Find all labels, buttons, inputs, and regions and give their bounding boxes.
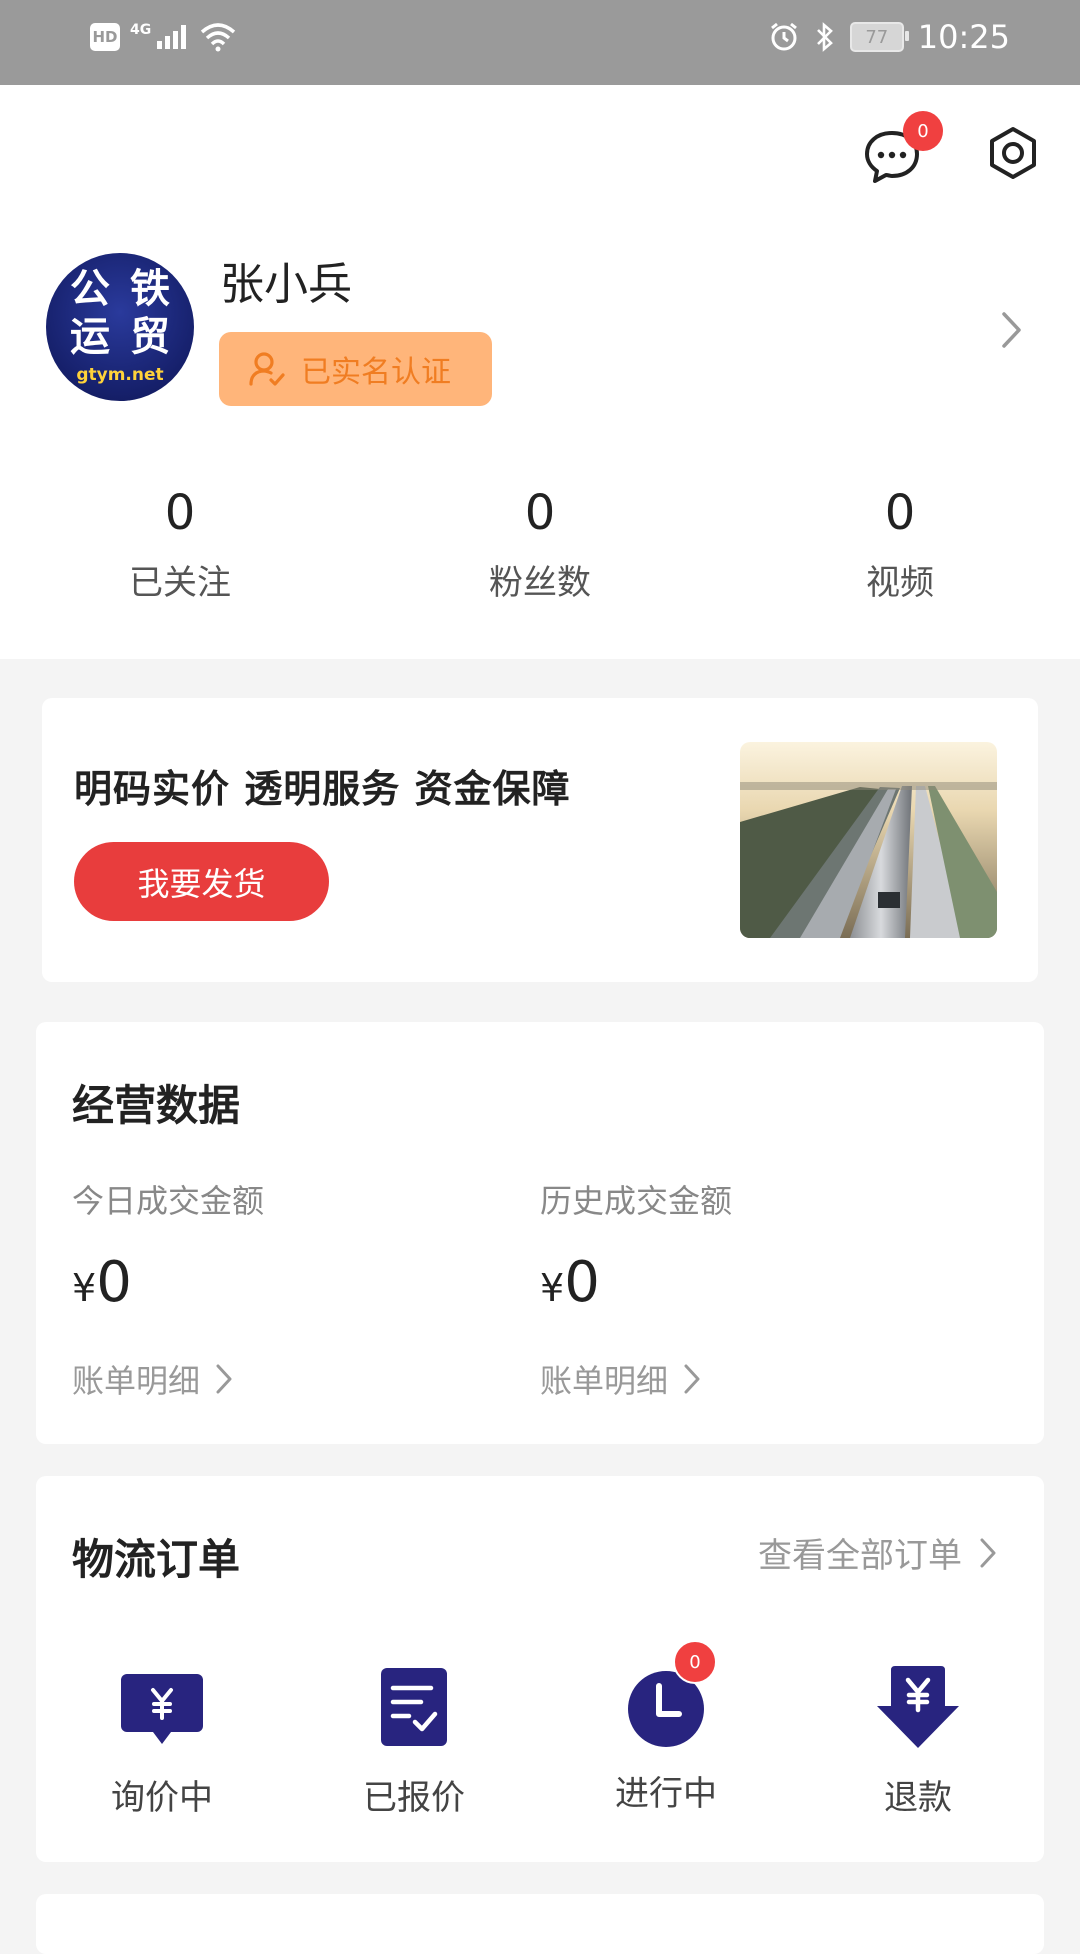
history-amount: ¥0 (540, 1250, 600, 1315)
hd-icon: HD (90, 23, 120, 51)
order-status-label: 进行中 (615, 1774, 717, 1814)
order-status-label: 询价中 (111, 1778, 213, 1818)
alarm-icon (770, 22, 797, 51)
business-data-card: 经营数据 今日成交金额 ¥0 账单明细 历史成交金额 ¥0 账单明细 (36, 1022, 1044, 1444)
history-amount-label: 历史成交金额 (540, 1182, 733, 1220)
verified-badge: 已实名认证 (219, 332, 492, 406)
user-name: 张小兵 (220, 259, 352, 310)
train-image (740, 742, 997, 938)
order-status-quoted[interactable]: 已报价 (314, 1662, 514, 1819)
order-status-label: 已报价 (363, 1778, 465, 1818)
stat-label: 粉丝数 (489, 563, 591, 603)
bluetooth-icon (816, 22, 833, 52)
section-title: 物流订单 (72, 1535, 241, 1584)
today-amount-label: 今日成交金额 (72, 1182, 265, 1220)
chevron-right-icon (216, 1364, 232, 1394)
stat-label: 视频 (866, 563, 934, 603)
chevron-right-icon (684, 1364, 700, 1394)
clock-icon-wrap: 0 (621, 1640, 717, 1752)
order-status-refund[interactable]: 退款 (818, 1662, 1018, 1819)
promo-banner: 明码实价 透明服务 资金保障 我要发货 (42, 698, 1038, 982)
battery-icon: 77 (849, 22, 909, 52)
avatar[interactable]: 公 铁 运 贸 gtym.net (46, 253, 194, 401)
stat-videos[interactable]: 0 视频 (800, 483, 1000, 604)
battery-level: 77 (865, 26, 889, 48)
stat-following[interactable]: 0 已关注 (80, 483, 280, 604)
message-badge: 0 (903, 111, 943, 151)
section-title: 经营数据 (72, 1081, 241, 1130)
order-status-label: 退款 (884, 1778, 952, 1818)
banner-title: 明码实价 透明服务 资金保障 (74, 767, 571, 811)
profile-header: 0 公 铁 运 贸 gtym.net 张小兵 已实名认证 0 已关注 0 粉丝数… (0, 85, 1080, 659)
next-section-card (36, 1894, 1044, 1954)
inquiry-icon (121, 1674, 203, 1744)
order-status-in-progress[interactable]: 0 进行中 (566, 1640, 766, 1815)
status-bar: HD 4G 77 10:25 (0, 0, 1080, 85)
history-bill-detail-link[interactable]: 账单明细 (540, 1356, 702, 1402)
avatar-logo: 公 铁 运 贸 (70, 265, 170, 360)
clock-time: 10:25 (917, 18, 1010, 56)
stat-value: 0 (524, 485, 556, 541)
quoted-icon (381, 1668, 447, 1746)
logistics-orders-card: 物流订单 查看全部订单 询价中 已报价 0 进行中 退款 (36, 1476, 1044, 1862)
order-status-inquiry[interactable]: 询价中 (62, 1662, 262, 1819)
settings-icon[interactable] (985, 125, 1041, 181)
in-progress-badge: 0 (673, 1640, 717, 1684)
wifi-icon (201, 23, 236, 52)
signal-icon (157, 25, 187, 49)
today-bill-detail-link[interactable]: 账单明细 (72, 1356, 234, 1402)
user-check-icon (249, 352, 285, 386)
stat-value: 0 (884, 485, 916, 541)
refund-icon (877, 1666, 959, 1748)
verified-label: 已实名认证 (301, 355, 451, 390)
chevron-right-icon[interactable] (997, 308, 1027, 352)
chevron-right-icon (980, 1538, 996, 1567)
network-type: 4G (130, 22, 152, 38)
ship-goods-button[interactable]: 我要发货 (74, 842, 329, 921)
today-amount: ¥0 (72, 1250, 132, 1315)
stat-value: 0 (164, 485, 196, 541)
stat-label: 已关注 (129, 563, 231, 603)
avatar-url: gtym.net (76, 365, 164, 385)
stat-followers[interactable]: 0 粉丝数 (440, 483, 640, 604)
view-all-orders-link[interactable]: 查看全部订单 (758, 1528, 998, 1577)
